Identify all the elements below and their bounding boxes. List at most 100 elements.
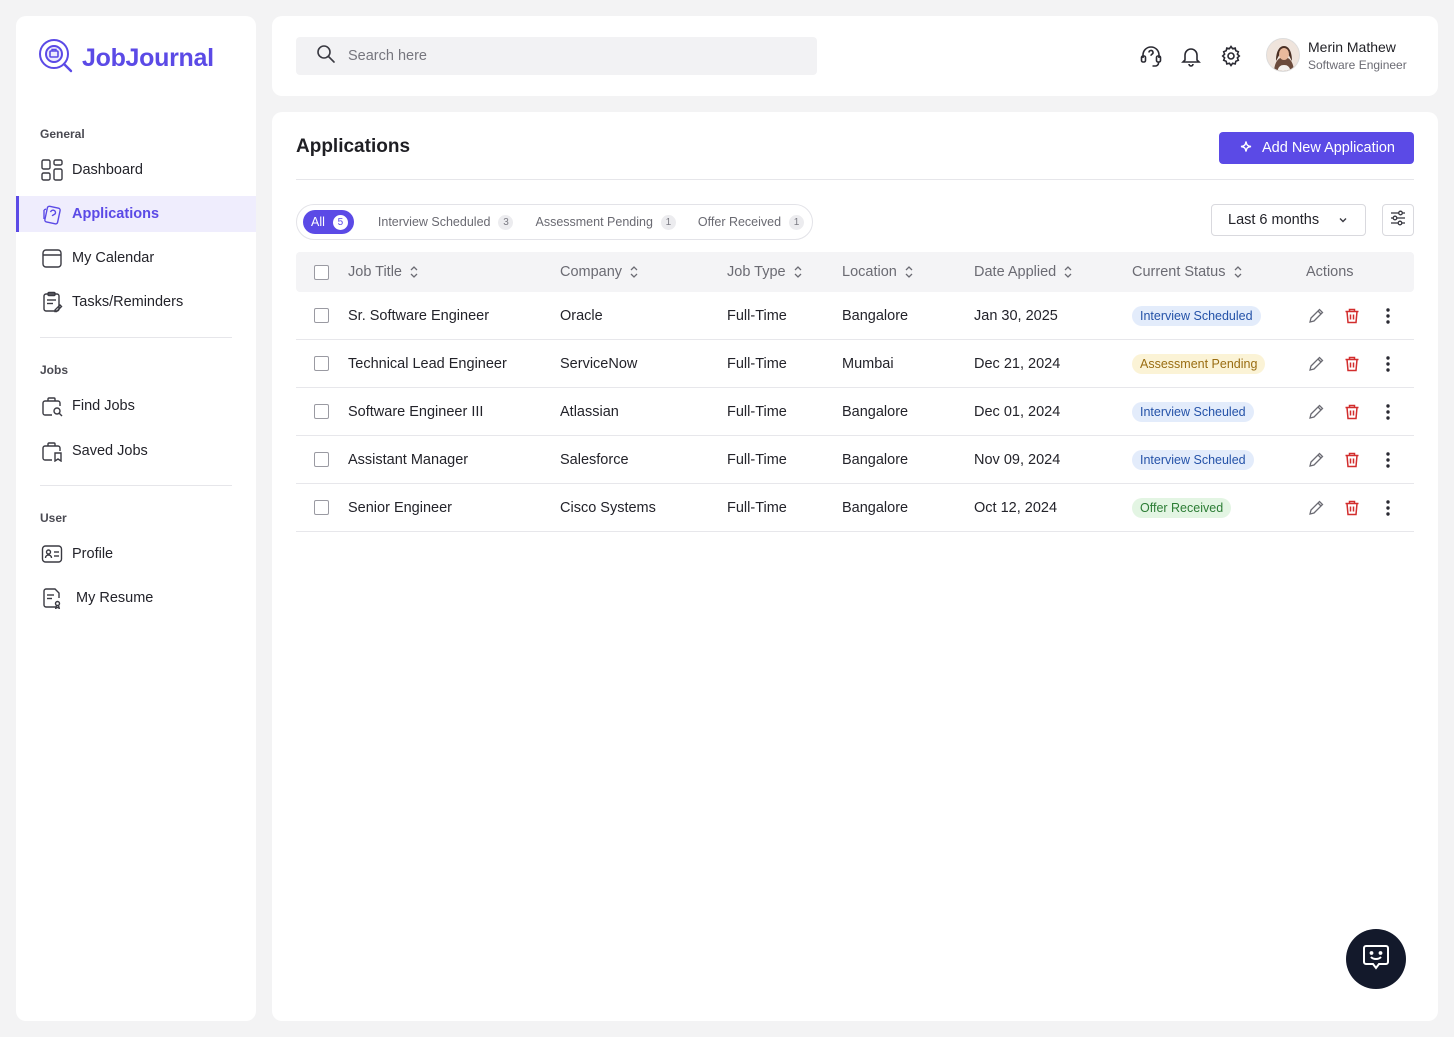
more-vertical-icon[interactable]	[1377, 353, 1399, 375]
delete-trash-icon[interactable]	[1341, 353, 1363, 375]
sort-icon	[629, 265, 639, 279]
profile-icon	[40, 542, 64, 566]
delete-trash-icon[interactable]	[1341, 401, 1363, 423]
sidebar-item-tasks-reminders[interactable]: Tasks/Reminders	[16, 284, 256, 320]
filter-tab-offer-received[interactable]: Offer Received 1	[698, 210, 805, 234]
edit-pencil-icon[interactable]	[1305, 353, 1327, 375]
chat-support-button[interactable]	[1346, 929, 1406, 989]
filter-count: 1	[660, 214, 676, 230]
resume-icon	[40, 586, 64, 610]
location-cell: Bangalore	[842, 499, 909, 516]
row-checkbox[interactable]	[314, 500, 329, 515]
table-row[interactable]: Assistant Manager Salesforce Full-Time B…	[296, 436, 1414, 484]
column-label: Job Type	[727, 264, 786, 280]
sidebar-item-profile[interactable]: Profile	[16, 536, 256, 572]
company-cell: Atlassian	[560, 403, 619, 420]
sidebar-item-find-jobs[interactable]: Find Jobs	[16, 388, 256, 424]
location-cell: Bangalore	[842, 403, 909, 420]
more-vertical-icon[interactable]	[1377, 497, 1399, 519]
edit-pencil-icon[interactable]	[1305, 497, 1327, 519]
filter-count: 1	[789, 214, 805, 230]
title-divider	[296, 179, 1414, 180]
sort-icon	[1063, 265, 1073, 279]
row-checkbox[interactable]	[314, 404, 329, 419]
sidebar-item-label: Dashboard	[72, 162, 143, 178]
edit-pencil-icon[interactable]	[1305, 401, 1327, 423]
filter-tab-all[interactable]: All 5	[303, 210, 354, 234]
section-label-jobs: Jobs	[40, 363, 69, 377]
sliders-icon	[1389, 209, 1407, 232]
table-row[interactable]: Technical Lead Engineer ServiceNow Full-…	[296, 340, 1414, 388]
more-vertical-icon[interactable]	[1377, 305, 1399, 327]
date-applied-cell: Dec 21, 2024	[974, 355, 1061, 372]
user-profile[interactable]: Merin Mathew Software Engineer	[1266, 38, 1407, 72]
sidebar-item-dashboard[interactable]: Dashboard	[16, 152, 256, 188]
chat-icon	[1360, 941, 1392, 978]
column-header-current-status[interactable]: Current Status	[1132, 252, 1243, 292]
table-row[interactable]: Software Engineer III Atlassian Full-Tim…	[296, 388, 1414, 436]
column-label: Location	[842, 264, 897, 280]
status-badge: Offer Received	[1132, 497, 1232, 518]
table-row[interactable]: Senior Engineer Cisco Systems Full-Time …	[296, 484, 1414, 532]
filter-settings-button[interactable]	[1382, 204, 1414, 236]
date-applied-cell: Nov 09, 2024	[974, 451, 1061, 468]
row-checkbox[interactable]	[314, 356, 329, 371]
status-badge: Interview Scheuled	[1132, 401, 1254, 422]
sidebar-item-applications[interactable]: Applications	[16, 196, 256, 232]
brand-name: JobJournal	[82, 44, 214, 72]
logo[interactable]: JobJournal	[38, 38, 214, 79]
search-input[interactable]	[348, 48, 788, 64]
sort-icon	[409, 265, 419, 279]
notification-bell-icon[interactable]	[1179, 44, 1203, 68]
delete-trash-icon[interactable]	[1341, 497, 1363, 519]
job-type-cell: Full-Time	[727, 403, 787, 420]
add-new-application-button[interactable]: Add New Application	[1219, 132, 1414, 164]
applications-icon	[40, 202, 64, 226]
filter-tab-interview-scheduled[interactable]: Interview Scheduled 3	[378, 210, 514, 234]
status-badge: Interview Scheduled	[1132, 305, 1261, 326]
column-label: Date Applied	[974, 264, 1057, 280]
row-checkbox[interactable]	[314, 308, 329, 323]
company-cell: Oracle	[560, 307, 603, 324]
job-title-cell: Technical Lead Engineer	[348, 355, 507, 372]
column-header-job-type[interactable]: Job Type	[727, 252, 803, 292]
support-headset-icon[interactable]	[1139, 44, 1163, 68]
job-type-cell: Full-Time	[727, 307, 787, 324]
date-applied-cell: Oct 12, 2024	[974, 499, 1058, 516]
sidebar-item-my-calendar[interactable]: My Calendar	[16, 240, 256, 276]
search-box[interactable]	[296, 37, 817, 75]
column-header-actions: Actions	[1306, 252, 1354, 292]
sidebar-item-saved-jobs[interactable]: Saved Jobs	[16, 433, 256, 469]
more-vertical-icon[interactable]	[1377, 449, 1399, 471]
company-cell: Salesforce	[560, 451, 629, 468]
chevron-down-icon	[1337, 214, 1349, 230]
sort-icon	[904, 265, 914, 279]
table-row[interactable]: Sr. Software Engineer Oracle Full-Time B…	[296, 292, 1414, 340]
sidebar-item-my-resume[interactable]: My Resume	[16, 580, 256, 616]
column-header-location[interactable]: Location	[842, 252, 914, 292]
job-title-cell: Senior Engineer	[348, 499, 452, 516]
date-range-dropdown[interactable]: Last 6 months	[1211, 204, 1366, 236]
settings-gear-icon[interactable]	[1219, 44, 1243, 68]
date-range-value: Last 6 months	[1228, 212, 1320, 228]
filter-tab-assessment-pending[interactable]: Assessment Pending 1	[535, 210, 676, 234]
more-vertical-icon[interactable]	[1377, 401, 1399, 423]
add-new-application-label: Add New Application	[1262, 140, 1395, 156]
edit-pencil-icon[interactable]	[1305, 305, 1327, 327]
delete-trash-icon[interactable]	[1341, 305, 1363, 327]
sort-icon	[793, 265, 803, 279]
sidebar-item-label: Profile	[72, 546, 114, 562]
filter-count: 3	[498, 214, 514, 230]
delete-trash-icon[interactable]	[1341, 449, 1363, 471]
sidebar-divider	[40, 485, 232, 486]
row-checkbox[interactable]	[314, 452, 329, 467]
column-header-company[interactable]: Company	[560, 252, 639, 292]
column-header-date-applied[interactable]: Date Applied	[974, 252, 1073, 292]
tasks-icon	[40, 290, 64, 314]
section-label-user: User	[40, 511, 67, 525]
edit-pencil-icon[interactable]	[1305, 449, 1327, 471]
select-all-checkbox[interactable]	[314, 264, 329, 280]
job-type-cell: Full-Time	[727, 451, 787, 468]
sort-icon	[1233, 265, 1243, 279]
column-header-job-title[interactable]: Job Title	[348, 252, 419, 292]
